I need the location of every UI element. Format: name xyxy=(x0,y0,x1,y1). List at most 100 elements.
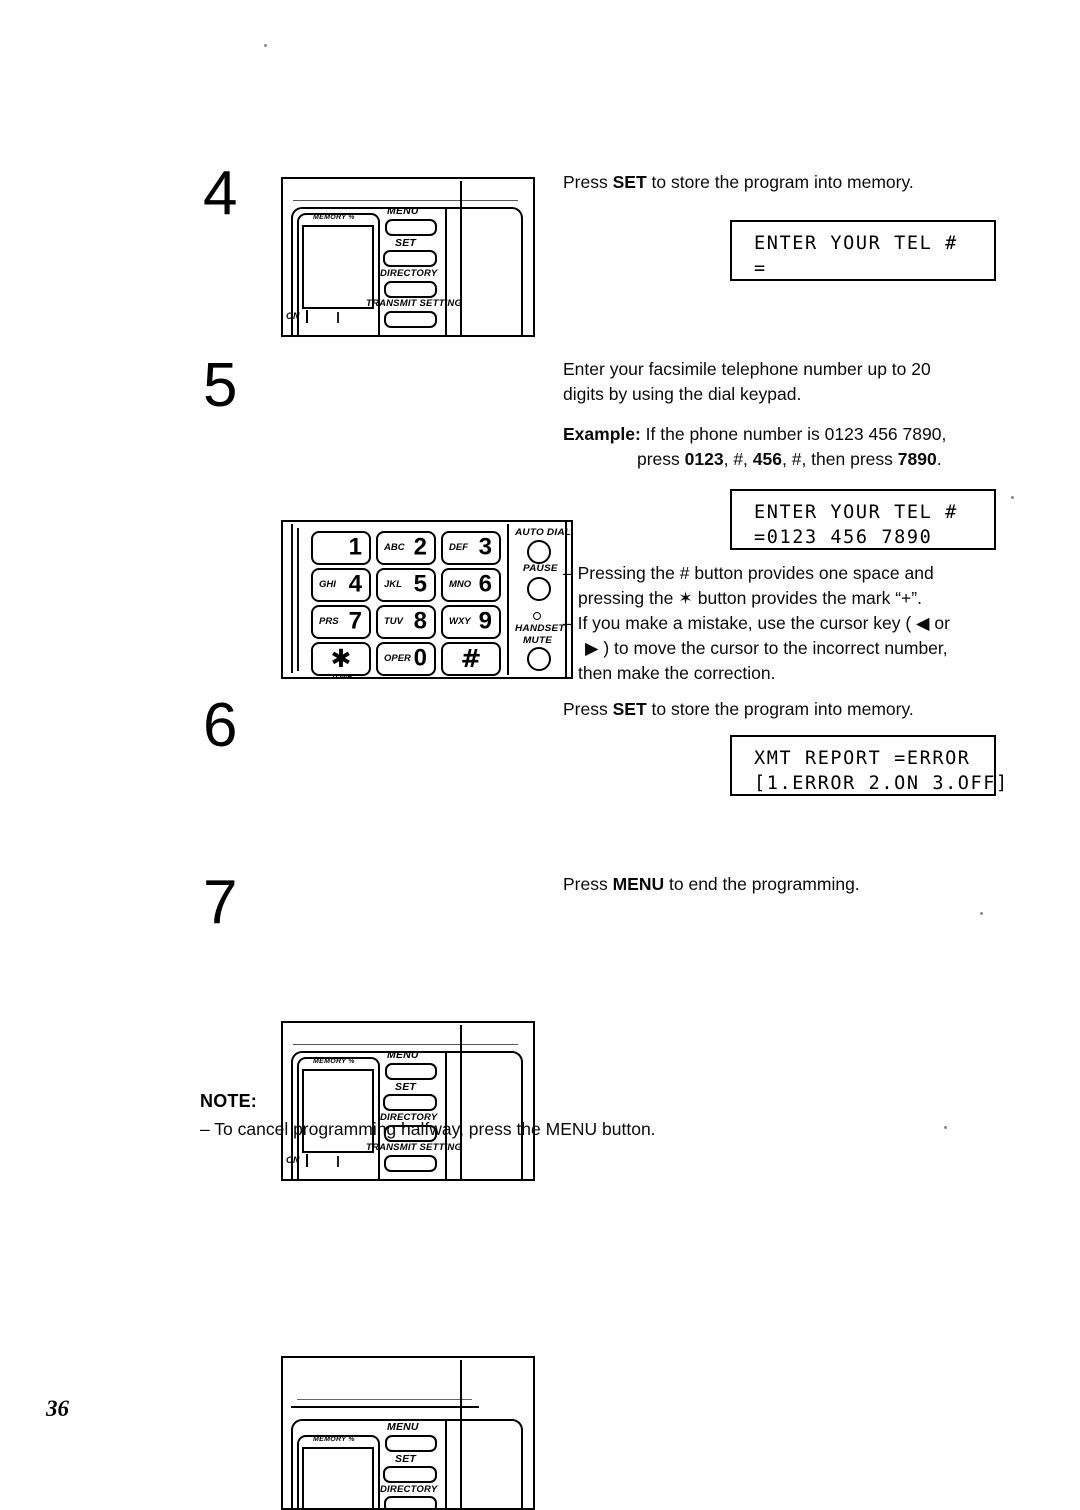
lcd-display-step4: ENTER YOUR TEL # = xyxy=(730,220,996,281)
keypad-key-hash[interactable]: # xyxy=(441,642,501,676)
keypad-alpha-2: ABC xyxy=(384,542,405,553)
step5-bullets: – Pressing the # button provides one spa… xyxy=(563,561,1023,686)
keypad-alpha-8: TUV xyxy=(384,616,403,627)
illustration-control-panel-step6: MEMORY % ON MENU SET DIRECTORY TRANSMIT … xyxy=(281,1021,535,1181)
bullet-line-5: then make the correction. xyxy=(578,663,776,683)
keypad-key-1[interactable]: 1 xyxy=(311,531,371,565)
keypad-key-8[interactable]: TUV 8 xyxy=(376,605,436,639)
handset-label: HANDSET xyxy=(515,623,565,634)
step4-instruction-suffix: to store the program into memory. xyxy=(646,172,914,192)
scan-speck xyxy=(980,912,983,915)
example-bold-3: 7890 xyxy=(897,449,937,469)
example-bold-2: 456 xyxy=(752,449,782,469)
memory-percent-label: MEMORY % xyxy=(313,214,355,221)
button-label-menu: MENU xyxy=(387,205,419,217)
step4-instruction-prefix: Press xyxy=(563,172,613,192)
step-number-4: 4 xyxy=(203,159,237,228)
step4-instruction-bold: SET xyxy=(612,172,647,192)
keypad-digit-9: 9 xyxy=(478,607,492,635)
bullet-line-4: ▶ ) to move the cursor to the incorrect … xyxy=(585,638,948,658)
illustration-dial-keypad-step5: 1 ABC 2 DEF 3 GHI 4 JKL 5 MNO 6 PRS 7 TU… xyxy=(281,520,573,679)
lcd-line-2: =0123 456 7890 xyxy=(754,527,933,548)
lcd-line-1: ENTER YOUR TEL # xyxy=(754,502,958,523)
button-label-transmit-setting: TRANSMIT SETTING xyxy=(366,1142,463,1153)
step-number-5: 5 xyxy=(203,351,237,420)
keypad-tone-label: TONE xyxy=(331,672,353,679)
keypad-key-5[interactable]: JKL 5 xyxy=(376,568,436,602)
keypad-digit-1: 1 xyxy=(348,533,362,561)
panel-button-directory[interactable] xyxy=(384,1496,437,1508)
step5-instruction: Enter your facsimile telephone number up… xyxy=(563,357,993,407)
button-label-menu: MENU xyxy=(387,1421,419,1433)
keypad-digit-2: 2 xyxy=(413,533,427,561)
example-end: . xyxy=(936,449,942,469)
auto-dial-label: AUTO DIAL xyxy=(515,527,572,538)
lcd-line-1: ENTER YOUR TEL # xyxy=(754,233,958,254)
keypad-key-6[interactable]: MNO 6 xyxy=(441,568,501,602)
keypad-key-2[interactable]: ABC 2 xyxy=(376,531,436,565)
panel-button-menu[interactable] xyxy=(385,219,437,236)
manual-page: 4 MEMORY % ON MENU SET DIRECTORY TRANSMI… xyxy=(0,0,1080,1510)
scan-speck xyxy=(264,44,267,47)
panel-button-set[interactable] xyxy=(383,1094,437,1111)
bullet-line-2: pressing the ✶ button provides the mark … xyxy=(578,588,922,608)
memory-percent-label: MEMORY % xyxy=(313,1436,355,1443)
keypad-digit-hash: # xyxy=(460,644,482,673)
example-label: Example: xyxy=(563,424,641,444)
example-line1: If the phone number is 0123 456 7890, xyxy=(640,424,947,444)
bullet-line-3: – If you make a mistake, use the cursor … xyxy=(563,613,950,633)
button-label-set: SET xyxy=(395,1453,417,1465)
step7-instruction-suffix: to end the programming. xyxy=(664,874,860,894)
scan-speck xyxy=(944,1126,947,1129)
keypad-digit-4: 4 xyxy=(348,570,362,598)
panel-button-transmit-setting[interactable] xyxy=(384,1155,437,1172)
panel-button-set[interactable] xyxy=(383,250,437,267)
example-sep-1: , #, xyxy=(723,449,753,469)
scan-speck xyxy=(1011,496,1014,499)
keypad-digit-6: 6 xyxy=(478,570,492,598)
panel-button-set[interactable] xyxy=(383,1466,437,1483)
note-item: – To cancel programming halfway, press t… xyxy=(200,1119,656,1139)
step6-instruction: Press SET to store the program into memo… xyxy=(563,697,1013,722)
auto-dial-button[interactable] xyxy=(527,540,551,564)
step6-instruction-prefix: Press xyxy=(563,699,613,719)
example-bold-1: 0123 xyxy=(684,449,724,469)
keypad-digit-0: 0 xyxy=(413,644,427,672)
keypad-key-3[interactable]: DEF 3 xyxy=(441,531,501,565)
step7-instruction-bold: MENU xyxy=(612,874,665,894)
button-label-directory: DIRECTORY xyxy=(380,1484,438,1495)
pause-button[interactable] xyxy=(527,577,551,601)
step5-instruction-line2: digits by using the dial keypad. xyxy=(563,384,802,404)
step7-instruction: Press MENU to end the programming. xyxy=(563,872,1013,897)
keypad-key-star[interactable]: ✱ xyxy=(311,642,371,676)
keypad-alpha-7: PRS xyxy=(319,616,339,627)
button-label-menu: MENU xyxy=(387,1049,419,1061)
step-number-7: 7 xyxy=(203,868,237,937)
keypad-alpha-5: JKL xyxy=(384,579,402,590)
keypad-key-7[interactable]: PRS 7 xyxy=(311,605,371,639)
keypad-digit-7: 7 xyxy=(348,607,362,635)
keypad-digit-3: 3 xyxy=(478,533,492,561)
step6-instruction-suffix: to store the program into memory. xyxy=(646,699,914,719)
button-label-transmit-setting: TRANSMIT SETTING xyxy=(366,298,463,309)
panel-button-transmit-setting[interactable] xyxy=(384,311,437,328)
handset-mute-button[interactable] xyxy=(527,647,551,671)
step5-example: Example: If the phone number is 0123 456… xyxy=(563,422,1008,472)
note-heading: NOTE: xyxy=(200,1091,257,1111)
lcd-line-2: = xyxy=(754,258,767,279)
step7-instruction-prefix: Press xyxy=(563,874,613,894)
button-label-set: SET xyxy=(395,1081,417,1093)
mute-label: MUTE xyxy=(523,635,553,646)
panel-button-menu[interactable] xyxy=(385,1435,437,1452)
keypad-key-9[interactable]: WXY 9 xyxy=(441,605,501,639)
button-label-set: SET xyxy=(395,237,417,249)
keypad-digit-star: ✱ xyxy=(330,644,352,673)
handset-mute-led-icon xyxy=(533,612,541,620)
panel-button-directory[interactable] xyxy=(384,281,437,298)
keypad-alpha-0: OPER xyxy=(384,653,411,664)
panel-button-menu[interactable] xyxy=(385,1063,437,1080)
keypad-alpha-9: WXY xyxy=(449,616,471,627)
keypad-key-4[interactable]: GHI 4 xyxy=(311,568,371,602)
keypad-key-0[interactable]: OPER 0 xyxy=(376,642,436,676)
memory-percent-label: MEMORY % xyxy=(313,1058,355,1065)
